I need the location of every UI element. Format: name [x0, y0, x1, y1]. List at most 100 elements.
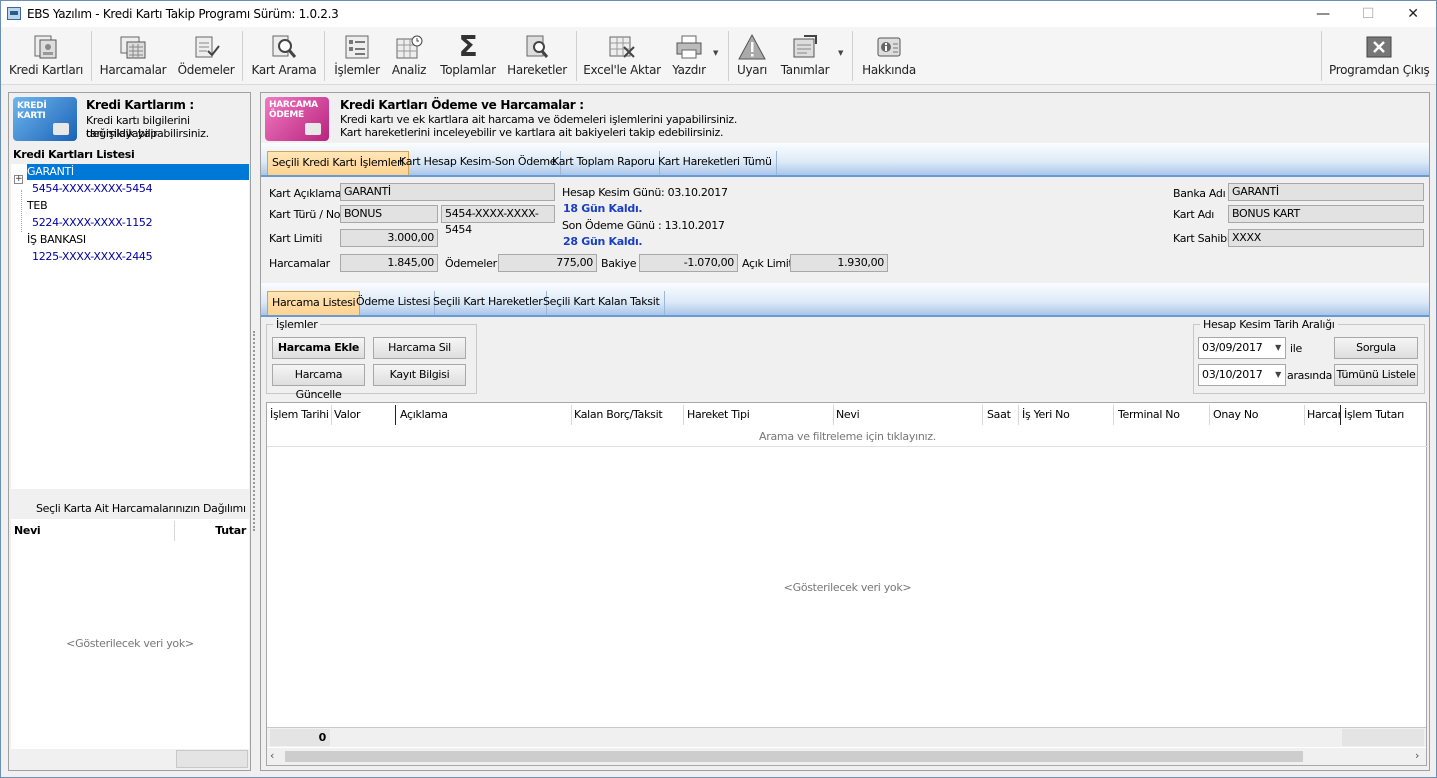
- column-separator: [571, 405, 572, 425]
- analiz-button[interactable]: Analiz: [387, 29, 431, 83]
- checklist-icon: [195, 36, 220, 58]
- card-image-text: KREDİ KARTI: [17, 101, 47, 121]
- right-header-desc2: Kart hareketlerini inceleyebilir ve kart…: [340, 126, 724, 139]
- tab-harcama-listesi[interactable]: Harcama Listesi: [267, 291, 361, 315]
- tree-bank-is-bankasi[interactable]: İŞ BANKASI: [27, 232, 86, 248]
- col-terminal-no[interactable]: Terminal No: [1118, 408, 1208, 421]
- end-date-picker[interactable]: 03/10/2017 ▼: [1198, 364, 1286, 386]
- filter-row[interactable]: Arama ve filtreleme için tıklayınız.: [267, 430, 1428, 447]
- col-saat[interactable]: Saat: [987, 408, 1017, 421]
- grid-empty-message: <Gösterilecek veri yok>: [783, 581, 912, 594]
- tree-card-item[interactable]: 1225-XXXX-XXXX-2445: [32, 249, 153, 265]
- kayit-bilgisi-button[interactable]: Kayıt Bilgisi: [373, 364, 466, 386]
- start-date-picker[interactable]: 03/09/2017 ▼: [1198, 337, 1286, 359]
- tab-toplam-raporu[interactable]: Kart Toplam Raporu: [548, 151, 660, 175]
- tumunu-listele-button[interactable]: Tümünü Listele: [1334, 364, 1418, 386]
- column-separator: [1018, 405, 1019, 425]
- scroll-right-icon[interactable]: ›: [1415, 749, 1419, 762]
- col-harcama[interactable]: Harcam: [1307, 408, 1340, 421]
- tree-bank-garanti[interactable]: GARANTİ: [27, 164, 249, 180]
- islemler-label: İşlemler: [334, 63, 380, 77]
- distribution-title: Seçli Karta Ait Harcamalarınızın Dağılım…: [36, 502, 246, 515]
- yazdir-dropdown-icon[interactable]: ▼: [713, 49, 718, 57]
- yazdir-button[interactable]: Yazdır: [665, 29, 713, 83]
- col-aciklama[interactable]: Açıklama: [400, 408, 570, 421]
- main-tabstrip: Seçili Kredi Kartı İşlemleri Kart Hesap …: [261, 143, 1429, 177]
- hareketler-label: Hareketler: [507, 63, 567, 77]
- tree-expand-icon[interactable]: +: [14, 175, 23, 184]
- sorgula-button[interactable]: Sorgula: [1334, 337, 1418, 359]
- tab-secili-kart-hareketler[interactable]: Seçili Kart Hareketler: [429, 291, 548, 315]
- uyari-label: Uyarı: [736, 63, 767, 77]
- minimize-button[interactable]: —: [1300, 1, 1346, 27]
- acik-limit-field: 1.930,00: [790, 254, 888, 272]
- odemeler-label: Ödemeler: [445, 257, 497, 270]
- column-separator: [683, 405, 684, 425]
- kart-adi-label: Kart Adı: [1173, 208, 1215, 221]
- harcamalar-button[interactable]: Harcamalar: [98, 29, 168, 83]
- harcama-ekle-button[interactable]: Harcama Ekle: [272, 337, 365, 359]
- col-nevi[interactable]: Nevi: [836, 408, 981, 421]
- harcamalar-label: Harcamalar: [99, 63, 167, 77]
- col-tutar[interactable]: Tutar: [215, 524, 246, 537]
- bakiye-field: -1.070,00: [639, 254, 738, 272]
- col-kalan-borc[interactable]: Kalan Borç/Taksit: [574, 408, 682, 421]
- hakkinda-button[interactable]: Hakkında: [859, 29, 919, 83]
- programdan-cikis-button[interactable]: Programdan Çıkış: [1329, 29, 1430, 83]
- tanimlar-button[interactable]: Tanımlar: [777, 29, 833, 83]
- harcama-sil-button[interactable]: Harcama Sil: [373, 337, 466, 359]
- toplamlar-button[interactable]: Σ Toplamlar: [437, 29, 499, 83]
- tab-odeme-listesi[interactable]: Ödeme Listesi: [352, 291, 436, 315]
- tab-hesap-kesim[interactable]: Kart Hesap Kesim-Son Ödeme: [395, 151, 562, 175]
- tree-card-item[interactable]: 5224-XXXX-XXXX-1152: [32, 215, 153, 231]
- kart-arama-button[interactable]: Kart Arama: [249, 29, 319, 83]
- chevron-down-icon: ▼: [1275, 343, 1281, 352]
- scrollbar-thumb[interactable]: [285, 751, 1303, 762]
- right-header-title: Kredi Kartları Ödeme ve Harcamalar :: [340, 98, 584, 112]
- date-range-group: Hesap Kesim Tarih Aralığı 03/09/2017 ▼ il…: [1193, 318, 1425, 394]
- tab-secili-kart[interactable]: Seçili Kredi Kartı İşlemleri: [267, 151, 409, 175]
- tree-bank-teb[interactable]: TEB: [27, 198, 48, 214]
- printer-icon: [676, 35, 702, 59]
- app-window: EBS Yazılım - Kredi Kartı Takip Programı…: [0, 0, 1437, 778]
- left-header-title: Kredi Kartlarım :: [86, 98, 194, 112]
- odemeler-button[interactable]: Ödemeler: [174, 29, 238, 83]
- tanimlar-dropdown-icon[interactable]: ▼: [838, 49, 843, 57]
- col-hareket-tipi[interactable]: Hareket Tipi: [687, 408, 832, 421]
- window-title: EBS Yazılım - Kredi Kartı Takip Programı…: [27, 7, 339, 21]
- kart-sahibi-field: XXXX: [1228, 229, 1424, 247]
- splitter-handle[interactable]: [253, 331, 257, 531]
- start-date-value: 03/09/2017: [1202, 341, 1263, 354]
- excel-aktar-button[interactable]: Excel'le Aktar: [583, 29, 661, 83]
- acik-limit-label: Açık Limit: [742, 257, 793, 270]
- maximize-button[interactable]: ☐: [1345, 1, 1391, 27]
- cards-icon: [34, 35, 57, 59]
- col-nevi[interactable]: Nevi: [14, 524, 41, 537]
- kredi-kartlari-button[interactable]: Kredi Kartları: [7, 29, 85, 83]
- col-islem-tarihi[interactable]: İşlem Tarihi: [270, 408, 330, 421]
- payment-card-image: HARCAMA ÖDEME: [265, 97, 329, 141]
- col-valor[interactable]: Valor: [334, 408, 394, 421]
- uyari-button[interactable]: Uyarı: [734, 29, 770, 83]
- banka-adi-label: Banka Adı: [1173, 187, 1226, 200]
- column-separator: [982, 405, 983, 425]
- col-is-yeri-no[interactable]: İş Yeri No: [1022, 408, 1112, 421]
- close-button[interactable]: ✕: [1390, 1, 1436, 27]
- hareketler-button[interactable]: Hareketler: [505, 29, 569, 83]
- col-islem-tutari[interactable]: İşlem Tutarı: [1344, 408, 1424, 421]
- odemeler-label: Ödemeler: [177, 63, 235, 77]
- toolbar-separator: [852, 31, 853, 81]
- list-icon: [345, 35, 369, 59]
- harcama-guncelle-button[interactable]: Harcama Güncelle: [272, 364, 365, 401]
- tab-hareketler-tumu[interactable]: Kart Hareketleri Tümü: [654, 151, 777, 175]
- horizontal-scrollbar[interactable]: ‹ ›: [267, 748, 1426, 765]
- col-onay-no[interactable]: Onay No: [1213, 408, 1303, 421]
- column-separator: [1340, 405, 1341, 425]
- bakiye-label: Bakiye: [601, 257, 637, 270]
- banka-adi-field: GARANTİ: [1228, 183, 1424, 201]
- islemler-button[interactable]: İşlemler: [331, 29, 383, 83]
- tab-kalan-taksit[interactable]: Seçili Kart Kalan Taksit: [539, 291, 665, 315]
- search-document-icon: [526, 35, 549, 58]
- tree-card-item[interactable]: 5454-XXXX-XXXX-5454: [32, 181, 153, 197]
- scroll-left-icon[interactable]: ‹: [270, 749, 274, 762]
